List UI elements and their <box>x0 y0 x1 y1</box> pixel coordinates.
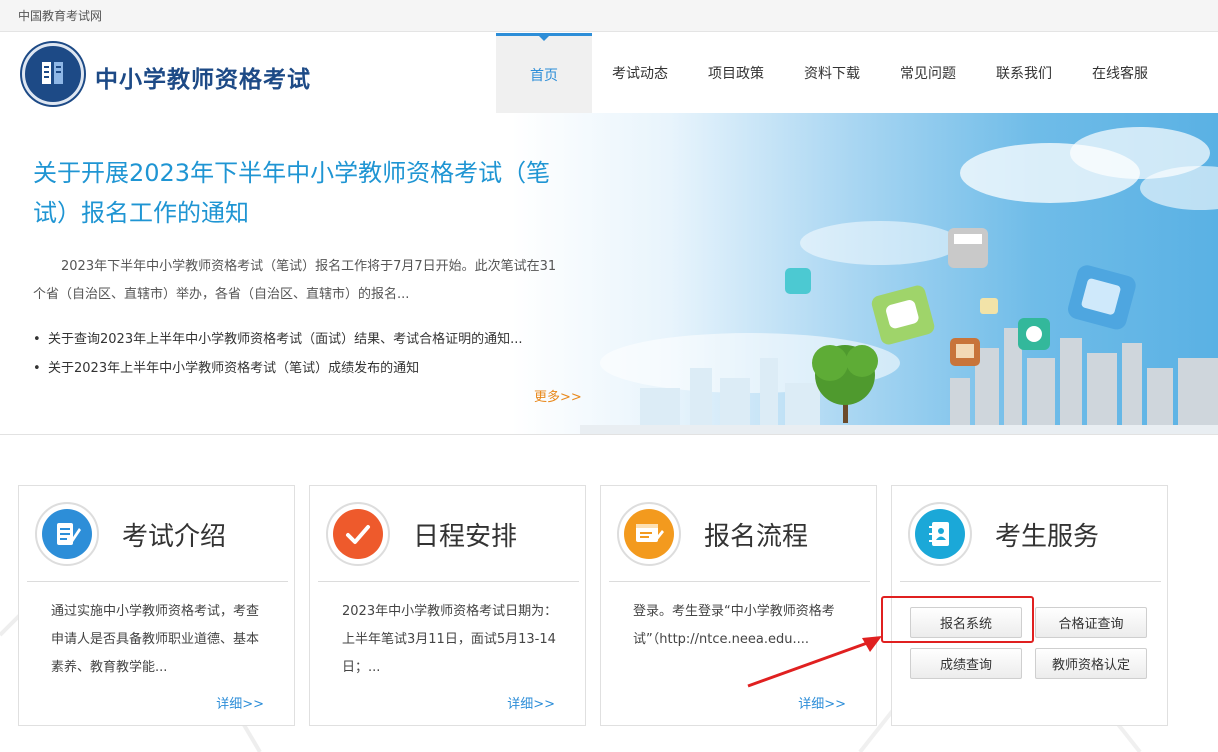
card-exam-intro: 考试介绍 通过实施中小学教师资格考试，考查申请人是否具备教师职业道德、基本素养、… <box>18 485 295 726</box>
divider <box>609 581 870 582</box>
hero-banner: 关于开展2023年下半年中小学教师资格考试（笔试）报名工作的通知 2023年下半… <box>0 113 1218 435</box>
news-link[interactable]: 关于查询2023年上半年中小学教师资格考试（面试）结果、考试合格证明的通知... <box>33 325 573 354</box>
news-link[interactable]: 关于2023年上半年中小学教师资格考试（笔试）成绩发布的通知 <box>33 354 573 383</box>
card-text: 2023年中小学教师资格考试日期为：上半年笔试3月11日，面试5月13-14日；… <box>342 604 558 675</box>
nav-faq[interactable]: 常见问题 <box>880 33 976 113</box>
card-icon-ring <box>326 502 390 566</box>
form-edit-icon <box>624 509 674 559</box>
detail-link[interactable]: 详细>> <box>216 693 264 712</box>
card-icon-ring <box>617 502 681 566</box>
headline-summary: 2023年下半年中小学教师资格考试（笔试）报名工作将于7月7日开始。此次笔试在3… <box>33 259 557 302</box>
news-list: 关于查询2023年上半年中小学教师资格考试（面试）结果、考试合格证明的通知...… <box>33 325 573 383</box>
book-icon <box>42 62 63 84</box>
headline-link[interactable]: 关于开展2023年下半年中小学教师资格考试（笔试）报名工作的通知 <box>33 153 563 233</box>
annotation-highlight-box <box>881 596 1034 643</box>
divider <box>27 581 288 582</box>
top-utility-bar: 中国教育考试网 <box>0 0 1218 32</box>
document-pen-icon <box>42 509 92 559</box>
card-title: 日程安排 <box>413 522 518 552</box>
divider <box>318 581 579 582</box>
teacher-qualification-button[interactable]: 教师资格认定 <box>1035 648 1147 679</box>
card-title: 考生服务 <box>995 522 1100 552</box>
certificate-query-button[interactable]: 合格证查询 <box>1035 607 1147 638</box>
contact-book-icon <box>915 509 965 559</box>
card-title: 考试介绍 <box>122 522 227 552</box>
checkmark-icon <box>333 509 383 559</box>
card-schedule: 日程安排 2023年中小学教师资格考试日期为：上半年笔试3月11日，面试5月13… <box>309 485 586 726</box>
card-icon-ring <box>35 502 99 566</box>
nav-policy[interactable]: 项目政策 <box>688 33 784 113</box>
card-icon-ring <box>908 502 972 566</box>
nav-exam-news[interactable]: 考试动态 <box>592 33 688 113</box>
site-title[interactable]: 中小学教师资格考试 <box>95 60 311 94</box>
site-name-link[interactable]: 中国教育考试网 <box>18 7 102 24</box>
detail-link[interactable]: 详细>> <box>798 693 846 712</box>
nav-contact[interactable]: 联系我们 <box>976 33 1072 113</box>
logo-emblem[interactable] <box>22 43 84 105</box>
nav-online-service[interactable]: 在线客服 <box>1072 33 1168 113</box>
divider <box>900 581 1161 582</box>
banner-illustration <box>580 127 1218 434</box>
annotation-arrow-icon <box>747 636 882 688</box>
more-link[interactable]: 更多>> <box>534 386 582 405</box>
main-nav: 首页 考试动态 项目政策 资料下载 常见问题 联系我们 在线客服 <box>496 33 1168 113</box>
detail-link[interactable]: 详细>> <box>507 693 555 712</box>
score-query-button[interactable]: 成绩查询 <box>910 648 1022 679</box>
nav-home[interactable]: 首页 <box>496 33 592 113</box>
card-title: 报名流程 <box>704 522 809 552</box>
card-text: 通过实施中小学教师资格考试，考查申请人是否具备教师职业道德、基本素养、教育教学能… <box>51 604 260 675</box>
nav-downloads[interactable]: 资料下载 <box>784 33 880 113</box>
header: 中小学教师资格考试 首页 考试动态 项目政策 资料下载 常见问题 联系我们 在线… <box>0 33 1218 113</box>
